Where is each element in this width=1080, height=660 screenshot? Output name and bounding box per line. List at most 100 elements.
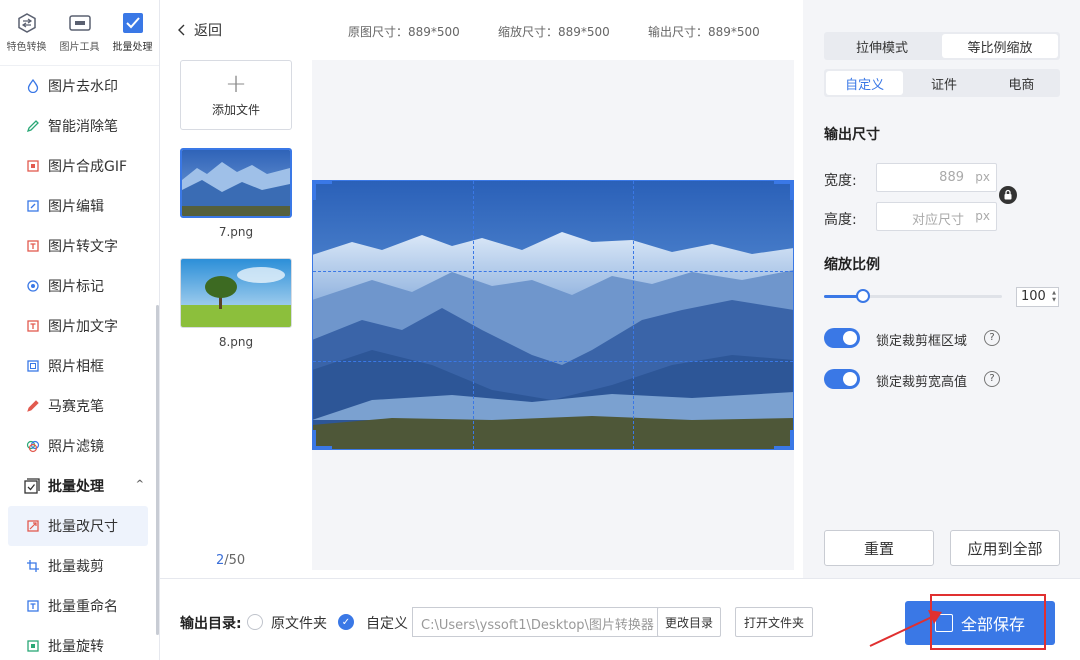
add-file-button[interactable]: + 添加文件 <box>180 60 292 130</box>
output-path-field[interactable]: C:\Users\yssoft1\Desktop\图片转换器 <box>412 607 658 637</box>
sidebar-item-label: 图片转文字 <box>48 239 118 255</box>
sidebar-item-label: 批量改尺寸 <box>48 519 118 535</box>
mountain-thumbnail-image <box>182 150 290 216</box>
chevron-up-icon: ^ <box>135 479 144 490</box>
sidebar-scrollbar[interactable] <box>156 305 159 635</box>
sidebar-item-remove-watermark[interactable]: 图片去水印 <box>0 66 156 106</box>
mark-icon <box>26 279 40 293</box>
help-icon[interactable]: ? <box>984 371 1000 387</box>
output-dir-label: 输出目录: <box>180 616 242 632</box>
sidebar-item-label: 马赛克笔 <box>48 399 104 415</box>
swap-icon <box>16 12 38 34</box>
sidebar-item-photo-filter[interactable]: 照片滤镜 <box>0 426 156 466</box>
lock-crop-ratio-toggle[interactable] <box>824 369 860 389</box>
file-thumbnail[interactable] <box>180 148 292 218</box>
sidebar-section-batch[interactable]: 批量处理 ^ <box>0 466 156 506</box>
sidebar: 特色转换 图片工具 批量处理 图片去水印 智能消除笔 图片合成GIF 图片编辑 … <box>0 0 160 660</box>
height-placeholder: 对应尺寸 <box>911 213 964 228</box>
crop-handle-bottom-right[interactable] <box>774 430 794 450</box>
scale-slider-knob[interactable] <box>856 289 871 303</box>
sidebar-item-label: 批量裁剪 <box>48 559 104 575</box>
lock-crop-area-toggle[interactable] <box>824 328 860 348</box>
sidebar-item-image-to-text[interactable]: 图片转文字 <box>0 226 156 266</box>
scale-value: 100 <box>1021 289 1046 304</box>
chevron-left-icon <box>178 24 186 36</box>
crop-handle-top-left[interactable] <box>312 180 332 200</box>
plus-icon: + <box>225 68 247 99</box>
batch-check-icon <box>122 12 144 34</box>
tab-image-tools[interactable]: 图片工具 <box>53 0 106 65</box>
crop-grid-line <box>313 271 793 272</box>
pen-icon <box>26 119 40 133</box>
gif-icon <box>26 159 40 173</box>
width-unit: px <box>975 170 990 184</box>
original-size: 原图尺寸：889*500 <box>348 25 460 39</box>
sidebar-item-label: 图片去水印 <box>48 79 118 95</box>
tab-label: 批量处理 <box>112 42 153 53</box>
tab-ecommerce[interactable]: 电商 <box>983 69 1060 97</box>
tab-custom[interactable]: 自定义 <box>826 71 904 95</box>
tab-batch-process[interactable]: 批量处理 <box>106 0 159 65</box>
scale-slider[interactable] <box>824 289 1002 303</box>
sidebar-item-smart-eraser[interactable]: 智能消除笔 <box>0 106 156 146</box>
sidebar-item-photo-frame[interactable]: 照片相框 <box>0 346 156 386</box>
sidebar-item-batch-resize[interactable]: 批量改尺寸 <box>8 506 148 546</box>
output-size-title: 输出尺寸 <box>824 127 880 143</box>
original-folder-radio[interactable] <box>247 614 263 630</box>
toggle-knob <box>843 331 857 345</box>
tab-label: 图片工具 <box>59 42 100 53</box>
sidebar-item-label: 图片标记 <box>48 279 104 295</box>
crop-handle-bottom-left[interactable] <box>312 430 332 450</box>
help-icon[interactable]: ? <box>984 330 1000 346</box>
tab-proportional-scale[interactable]: 等比例缩放 <box>942 34 1058 58</box>
resize-icon <box>26 519 40 533</box>
output-size: 输出尺寸：889*500 <box>648 25 760 39</box>
drop-icon <box>26 79 40 93</box>
sidebar-item-add-text[interactable]: 图片加文字 <box>0 306 156 346</box>
sidebar-item-batch-rotate[interactable]: 批量旋转 <box>0 626 156 660</box>
custom-folder-label[interactable]: 自定义 <box>366 613 408 633</box>
tab-special-convert[interactable]: 特色转换 <box>0 0 53 65</box>
crop-handle-top-right[interactable] <box>774 180 794 200</box>
original-folder-label[interactable]: 原文件夹 <box>271 613 327 633</box>
width-label: 宽度: <box>824 173 857 189</box>
height-field[interactable]: 对应尺寸 px <box>876 202 997 231</box>
crop-icon <box>26 559 40 573</box>
sidebar-item-mosaic-pen[interactable]: 马赛克笔 <box>0 386 156 426</box>
tab-stretch-mode[interactable]: 拉伸模式 <box>824 32 940 60</box>
settings-panel: 拉伸模式 等比例缩放 自定义 证件 电商 输出尺寸 宽度: 889 px 高度:… <box>803 0 1080 578</box>
sidebar-item-label: 图片加文字 <box>48 319 118 335</box>
width-field[interactable]: 889 px <box>876 163 997 192</box>
scale-stepper[interactable]: 100 ▲ ▼ <box>1016 287 1059 307</box>
stepper-arrows-icon[interactable]: ▲ ▼ <box>1052 290 1056 304</box>
crop-grid-line <box>633 181 634 449</box>
sidebar-item-label: 智能消除笔 <box>48 119 118 135</box>
back-label: 返回 <box>194 23 222 39</box>
mosaic-pen-icon <box>26 399 40 413</box>
file-thumbnail[interactable] <box>180 258 292 328</box>
add-file-label: 添加文件 <box>211 102 260 117</box>
tree-thumbnail-image <box>181 259 291 327</box>
sidebar-item-image-edit[interactable]: 图片编辑 <box>0 186 156 226</box>
apply-all-button[interactable]: 应用到全部 <box>950 530 1060 566</box>
sidebar-section-label: 批量处理 <box>48 479 104 495</box>
sidebar-item-batch-rename[interactable]: 批量重命名 <box>0 586 156 626</box>
lock-icon[interactable] <box>999 186 1017 204</box>
open-folder-button[interactable]: 打开文件夹 <box>735 607 813 637</box>
scaled-size: 缩放尺寸：889*500 <box>498 25 610 39</box>
sidebar-item-batch-crop[interactable]: 批量裁剪 <box>0 546 156 586</box>
change-dir-button[interactable]: 更改目录 <box>657 607 721 637</box>
custom-folder-radio[interactable]: ✓ <box>338 614 354 630</box>
sidebar-item-image-mark[interactable]: 图片标记 <box>0 266 156 306</box>
crop-box[interactable] <box>312 180 794 450</box>
height-unit: px <box>975 209 990 223</box>
tab-id-photo[interactable]: 证件 <box>905 69 982 97</box>
reset-button[interactable]: 重置 <box>824 530 934 566</box>
back-button[interactable]: 返回 <box>178 20 222 40</box>
edit-icon <box>26 199 40 213</box>
sidebar-item-label: 批量旋转 <box>48 639 104 655</box>
filter-icon <box>26 439 40 453</box>
annotation-arrow-icon <box>869 610 942 647</box>
batch-icon <box>24 478 40 494</box>
sidebar-item-gif[interactable]: 图片合成GIF <box>0 146 156 186</box>
